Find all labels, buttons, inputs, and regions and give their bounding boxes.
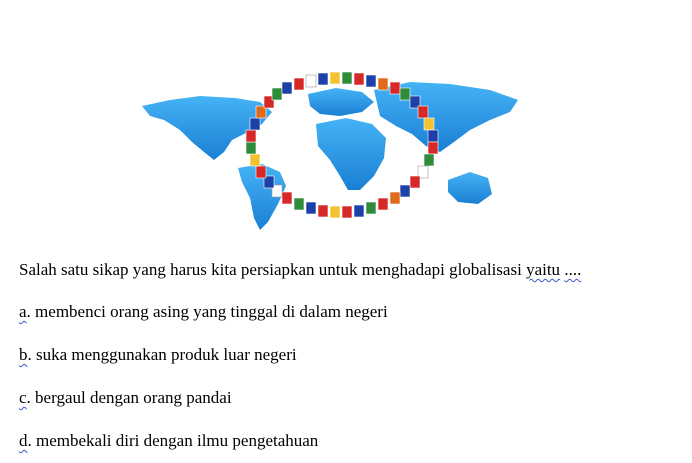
question-body: Salah satu sikap yang harus kita persiap… (19, 260, 522, 279)
option-d: d. membekali diri dengan ilmu pengetahua… (19, 430, 318, 452)
option-text: . membekali diri dengan ilmu pengetahuan (27, 431, 319, 450)
option-letter: b (19, 345, 28, 364)
option-text: . suka menggunakan produk luar negeri (27, 345, 297, 364)
option-letter: a (19, 302, 27, 321)
world-map-flags-icon (142, 72, 518, 230)
option-a: a. membenci orang asing yang tinggal di … (19, 301, 388, 323)
option-c: c. bergaul dengan orang pandai (19, 387, 232, 409)
option-text: . membenci orang asing yang tinggal di d… (26, 302, 388, 321)
question-ellipsis: .... (564, 260, 582, 279)
question-text: Salah satu sikap yang harus kita persiap… (19, 259, 581, 281)
option-b: b. suka menggunakan produk luar negeri (19, 344, 297, 366)
question-keyword: yaitu (526, 260, 561, 279)
continent-australia (448, 172, 492, 204)
option-letter: d (19, 431, 28, 450)
option-letter: c (19, 388, 27, 407)
continent-europe (308, 88, 374, 116)
option-text: . bergaul dengan orang pandai (26, 388, 232, 407)
continent-africa (316, 118, 386, 190)
